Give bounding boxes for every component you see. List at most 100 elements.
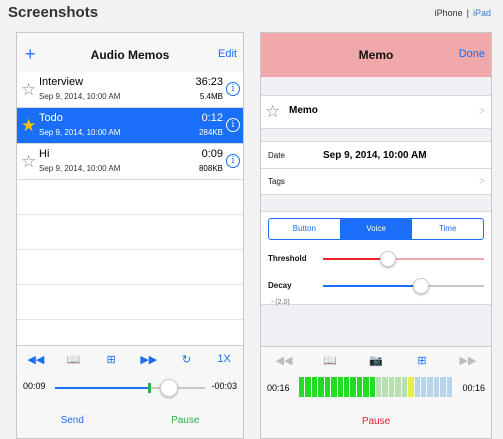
- pause-button[interactable]: Pause: [171, 415, 199, 426]
- rewind-icon[interactable]: ◀◀: [27, 353, 45, 366]
- playback-progress: 00:09 -00:03: [17, 372, 243, 402]
- device-ipad-link[interactable]: iPad: [473, 8, 491, 18]
- segment-button[interactable]: Button: [269, 219, 340, 239]
- info-icon[interactable]: i: [226, 82, 240, 96]
- memo-row[interactable]: ☆ Interview Sep 9, 2014, 10:00 AM 36:23 5.4M…: [17, 72, 243, 108]
- level-meter-segment: [440, 377, 446, 397]
- decay-slider-thumb[interactable]: [412, 278, 429, 294]
- memo-info-group: Date Sep 9, 2014, 10:00 AM Tags >: [261, 141, 491, 195]
- memo-navbar: Memo Done: [261, 33, 491, 77]
- star-icon[interactable]: ☆: [265, 103, 280, 120]
- threshold-slider[interactable]: [323, 251, 484, 267]
- level-meter-segment: [318, 377, 324, 397]
- memo-row[interactable]: ★ Todo Sep 9, 2014, 10:00 AM 0:12 284KB i: [17, 108, 243, 144]
- memo-title: Interview: [39, 76, 84, 88]
- memo-size: 5.4MB: [199, 92, 223, 101]
- audio-memos-screen: + Audio Memos Edit ☆ Interview Sep 9, 2014…: [16, 32, 244, 439]
- bottom-bar: Pause: [261, 405, 491, 438]
- rewind-icon[interactable]: ◀◀: [275, 354, 293, 367]
- level-meter-segment: [433, 377, 440, 397]
- date-value: Sep 9, 2014, 10:00 AM: [323, 150, 427, 161]
- memo-duration: 36:23: [195, 76, 223, 88]
- level-meter-segment: [343, 377, 350, 397]
- device-iphone-link[interactable]: iPhone: [435, 8, 463, 18]
- memo-date: Sep 9, 2014, 10:00 AM: [39, 92, 121, 101]
- memo-title: Hi: [39, 148, 50, 160]
- speed-button[interactable]: 1X: [215, 353, 233, 365]
- memo-duration: 0:09: [201, 148, 223, 160]
- decay-slider[interactable]: [323, 278, 484, 294]
- edit-button[interactable]: Edit: [218, 48, 237, 60]
- add-memo-button[interactable]: +: [25, 45, 36, 63]
- default-note: - (2.0): [271, 299, 290, 306]
- level-meter-segment: [382, 377, 388, 397]
- decay-row: Decay: [261, 273, 491, 299]
- trigger-mode-segmented-control[interactable]: Button Voice Time: [268, 218, 484, 240]
- level-meter-segment: [324, 377, 331, 397]
- level-meter-segment: [356, 377, 363, 397]
- player-toolbar: ◀◀ 📖 📷 ⊞ ▶▶: [261, 346, 491, 373]
- tags-label: Tags: [268, 177, 285, 186]
- date-row: Date Sep 9, 2014, 10:00 AM: [261, 142, 491, 169]
- info-icon[interactable]: i: [226, 118, 240, 132]
- memo-title-row[interactable]: ☆ Memo >: [261, 95, 491, 129]
- remaining-time: -00:03: [211, 381, 237, 391]
- date-label: Date: [268, 151, 285, 160]
- bookmarks-icon[interactable]: 📖: [64, 353, 82, 366]
- loop-icon[interactable]: ↻: [177, 353, 195, 366]
- level-meter-segment: [337, 377, 343, 397]
- decay-label: Decay: [268, 281, 292, 290]
- forward-icon[interactable]: ▶▶: [140, 353, 158, 366]
- segment-voice[interactable]: Voice: [339, 219, 412, 239]
- star-icon[interactable]: ☆: [21, 153, 36, 170]
- level-meter-segment: [369, 377, 376, 397]
- elapsed-time: 00:09: [23, 381, 46, 391]
- remaining-time: 00:16: [462, 383, 485, 393]
- bookmarks-icon[interactable]: 📖: [321, 354, 339, 367]
- star-icon[interactable]: ★: [21, 117, 36, 134]
- memo-title: Todo: [39, 112, 63, 124]
- level-meter-segment: [414, 377, 421, 397]
- recording-controls-group: Button Voice Time Threshold Decay: [261, 211, 491, 305]
- memo-date: Sep 9, 2014, 10:00 AM: [39, 128, 121, 137]
- memo-list: ☆ Interview Sep 9, 2014, 10:00 AM 36:23 5.4M…: [17, 72, 243, 180]
- bottom-bar: Send Pause: [17, 402, 243, 438]
- camera-icon[interactable]: 📷: [367, 354, 385, 367]
- pause-button[interactable]: Pause: [362, 416, 390, 427]
- info-icon[interactable]: i: [226, 154, 240, 168]
- memo-detail-screen: Memo Done ☆ Memo > Date Sep 9, 2014, 10:…: [260, 32, 492, 439]
- memo-duration: 0:12: [201, 112, 223, 124]
- level-meter-segment: [376, 377, 382, 397]
- chevron-right-icon: >: [479, 106, 485, 117]
- empty-list-area: [17, 180, 243, 345]
- forward-icon[interactable]: ▶▶: [459, 354, 477, 367]
- level-meter-segment: [427, 377, 433, 397]
- memo-size: 808KB: [198, 164, 223, 173]
- scrubber-thumb[interactable]: [159, 379, 178, 397]
- level-meter-segment: [363, 377, 369, 397]
- segment-time[interactable]: Time: [411, 219, 483, 239]
- level-meter-segment: [331, 377, 337, 397]
- elapsed-time: 00:16: [267, 383, 290, 393]
- threshold-slider-thumb[interactable]: [380, 251, 397, 267]
- memo-row[interactable]: ☆ Hi Sep 9, 2014, 10:00 AM 0:09 808KB i: [17, 144, 243, 180]
- bookmark-marker: [148, 383, 151, 393]
- level-meter-segment: [395, 377, 401, 397]
- threshold-label: Threshold: [268, 254, 307, 263]
- level-meter-segment: [401, 377, 408, 397]
- level-meter: [299, 377, 453, 397]
- threshold-row: Threshold: [261, 246, 491, 272]
- memo-date: Sep 9, 2014, 10:00 AM: [39, 164, 121, 173]
- level-meter-segment: [299, 377, 305, 397]
- add-bookmark-icon[interactable]: ⊞: [413, 354, 431, 367]
- done-button[interactable]: Done: [459, 48, 485, 60]
- navbar-title: Memo: [358, 48, 394, 62]
- level-meter-segment: [388, 377, 395, 397]
- level-meter-segment: [446, 377, 453, 397]
- add-bookmark-icon[interactable]: ⊞: [102, 353, 120, 366]
- playback-scrubber[interactable]: [55, 379, 205, 397]
- level-meter-segment: [305, 377, 311, 397]
- send-button[interactable]: Send: [61, 415, 84, 426]
- level-meter-segment: [311, 377, 318, 397]
- star-icon[interactable]: ☆: [21, 81, 36, 98]
